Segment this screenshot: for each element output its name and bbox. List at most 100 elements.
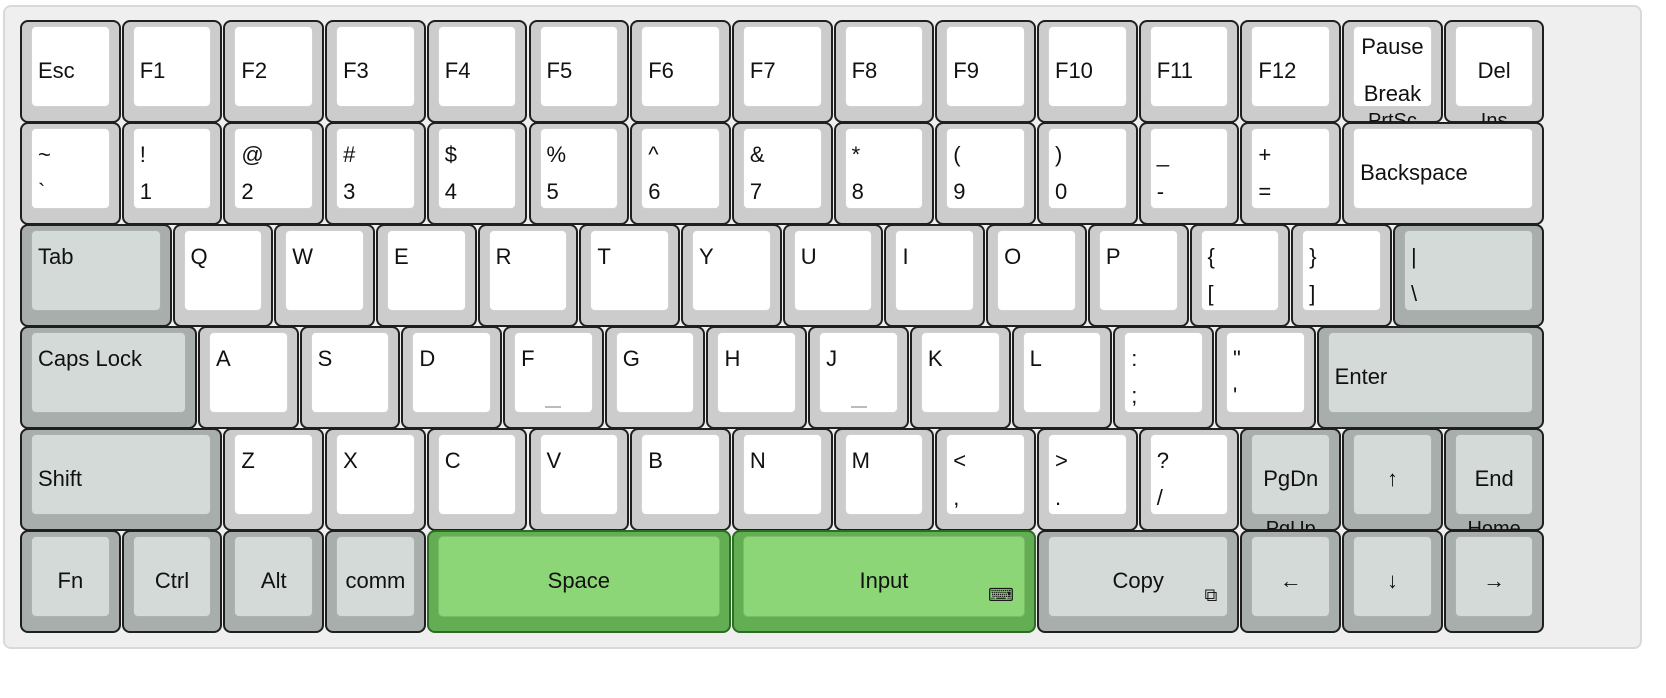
key-g[interactable]: G [604,326,706,429]
key-d[interactable]: D [401,326,503,429]
key-u[interactable]: U [782,224,884,327]
key-cap: Shift [31,434,212,515]
key-7[interactable]: & 7 [731,122,833,225]
key-o[interactable]: O [986,224,1087,327]
key-h[interactable]: H [706,326,808,429]
key-f1[interactable]: F1 [121,20,223,123]
key-w[interactable]: W [274,224,375,327]
key-f11[interactable]: F11 [1138,20,1240,123]
key-semicolon[interactable]: :; [1113,326,1214,429]
key-6[interactable]: ^ 6 [630,122,731,225]
key-cap: ^ 6 [641,128,720,209]
key-comm[interactable]: comm [325,530,426,633]
key-fn[interactable]: Fn [20,530,121,633]
key-8[interactable]: * 8 [833,122,935,225]
key-j[interactable]: J [808,326,909,429]
key-2[interactable]: @2 [223,122,325,225]
key-arrow-up[interactable]: ↑ [1342,428,1443,531]
key-label: F3 [343,58,369,83]
key-y[interactable]: Y [681,224,782,327]
key-lbracket[interactable]: {[ [1189,224,1291,327]
key-copy[interactable]: Copy ⧉ [1037,530,1240,633]
key-3[interactable]: #3 [325,122,426,225]
key-shift-label: * [851,142,861,167]
key-f3[interactable]: F3 [325,20,426,123]
key-arrow-left[interactable]: ← [1240,530,1342,633]
key-label: A [215,346,231,371]
key-p[interactable]: P [1087,224,1189,327]
key-minus[interactable]: _ - [1138,122,1240,225]
key-4[interactable]: $4 [426,122,528,225]
key-arrow-right[interactable]: → [1443,530,1545,633]
key-backspace[interactable]: Backspace [1342,122,1545,225]
key-f7[interactable]: F7 [731,20,833,123]
key-shift[interactable]: Shift [20,428,223,531]
key-label: F12 [1258,58,1297,83]
key-cap: F11 [1149,26,1229,107]
key-e[interactable]: E [375,224,477,327]
key-cap: B [641,434,720,515]
key-k[interactable]: K [909,326,1011,429]
key-alt[interactable]: Alt [223,530,325,633]
key-s[interactable]: S [299,326,401,429]
key-z[interactable]: Z [223,428,325,531]
key-i[interactable]: I [884,224,986,327]
key-period[interactable]: >. [1037,428,1138,531]
key-b[interactable]: B [630,428,731,531]
key-quote[interactable]: " ' [1214,326,1316,429]
key-label: ` [38,179,46,204]
key-f2[interactable]: F2 [223,20,325,123]
key-comma[interactable]: <, [935,428,1036,531]
key-cap: F7 [742,26,822,107]
key-c[interactable]: C [426,428,528,531]
key-f12[interactable]: F12 [1240,20,1342,123]
key-slash[interactable]: ? / [1138,428,1240,531]
key-pause[interactable]: Pause Break PrtSc [1342,20,1443,131]
key-backtick[interactable]: ~ ` [20,122,121,225]
key-rbracket[interactable]: }] [1291,224,1392,327]
key-backslash[interactable]: | \ [1392,224,1545,327]
key-input[interactable]: Input ⌨ [731,530,1036,633]
key-f6[interactable]: F6 [630,20,731,123]
key-f4[interactable]: F4 [426,20,528,123]
key-0[interactable]: ) 0 [1037,122,1138,225]
key-f[interactable]: F [503,326,604,429]
key-t[interactable]: T [579,224,681,327]
key-caps-lock[interactable]: Caps Lock [20,326,197,429]
key-end[interactable]: End Home [1443,428,1545,539]
key-label: 4 [444,179,458,204]
key-cap: Fn [31,536,110,617]
key-arrow-down[interactable]: ↓ [1342,530,1443,633]
key-equals[interactable]: + = [1240,122,1342,225]
key-cap: ! 1 [132,128,212,209]
key-label: W [292,244,314,269]
key-q[interactable]: Q [172,224,274,327]
key-f10[interactable]: F10 [1037,20,1138,123]
key-f5[interactable]: F5 [528,20,630,123]
key-cap: $4 [437,128,517,209]
key-5[interactable]: % 5 [528,122,630,225]
key-n[interactable]: N [731,428,833,531]
key-label: 6 [648,179,661,204]
key-del[interactable]: Del Ins [1443,20,1545,131]
key-1[interactable]: ! 1 [121,122,223,225]
key-ctrl[interactable]: Ctrl [121,530,223,633]
key-shift-label: % [546,142,567,167]
key-v[interactable]: V [528,428,630,531]
key-label: J [826,346,838,371]
key-tab[interactable]: Tab [20,224,172,327]
key-pgdn[interactable]: PgDn PgUp [1240,428,1342,539]
key-esc[interactable]: Esc [20,20,121,123]
key-m[interactable]: M [833,428,935,531]
key-enter[interactable]: Enter [1316,326,1545,429]
key-f8[interactable]: F8 [833,20,935,123]
key-cap: X [336,434,415,515]
key-f9[interactable]: F9 [935,20,1036,123]
key-space[interactable]: Space [426,530,731,633]
key-x[interactable]: X [325,428,426,531]
key-9[interactable]: (9 [935,122,1036,225]
key-r[interactable]: R [477,224,579,327]
key-l[interactable]: L [1011,326,1113,429]
key-a[interactable]: A [197,326,299,429]
key-shift-label: + [1258,142,1272,167]
